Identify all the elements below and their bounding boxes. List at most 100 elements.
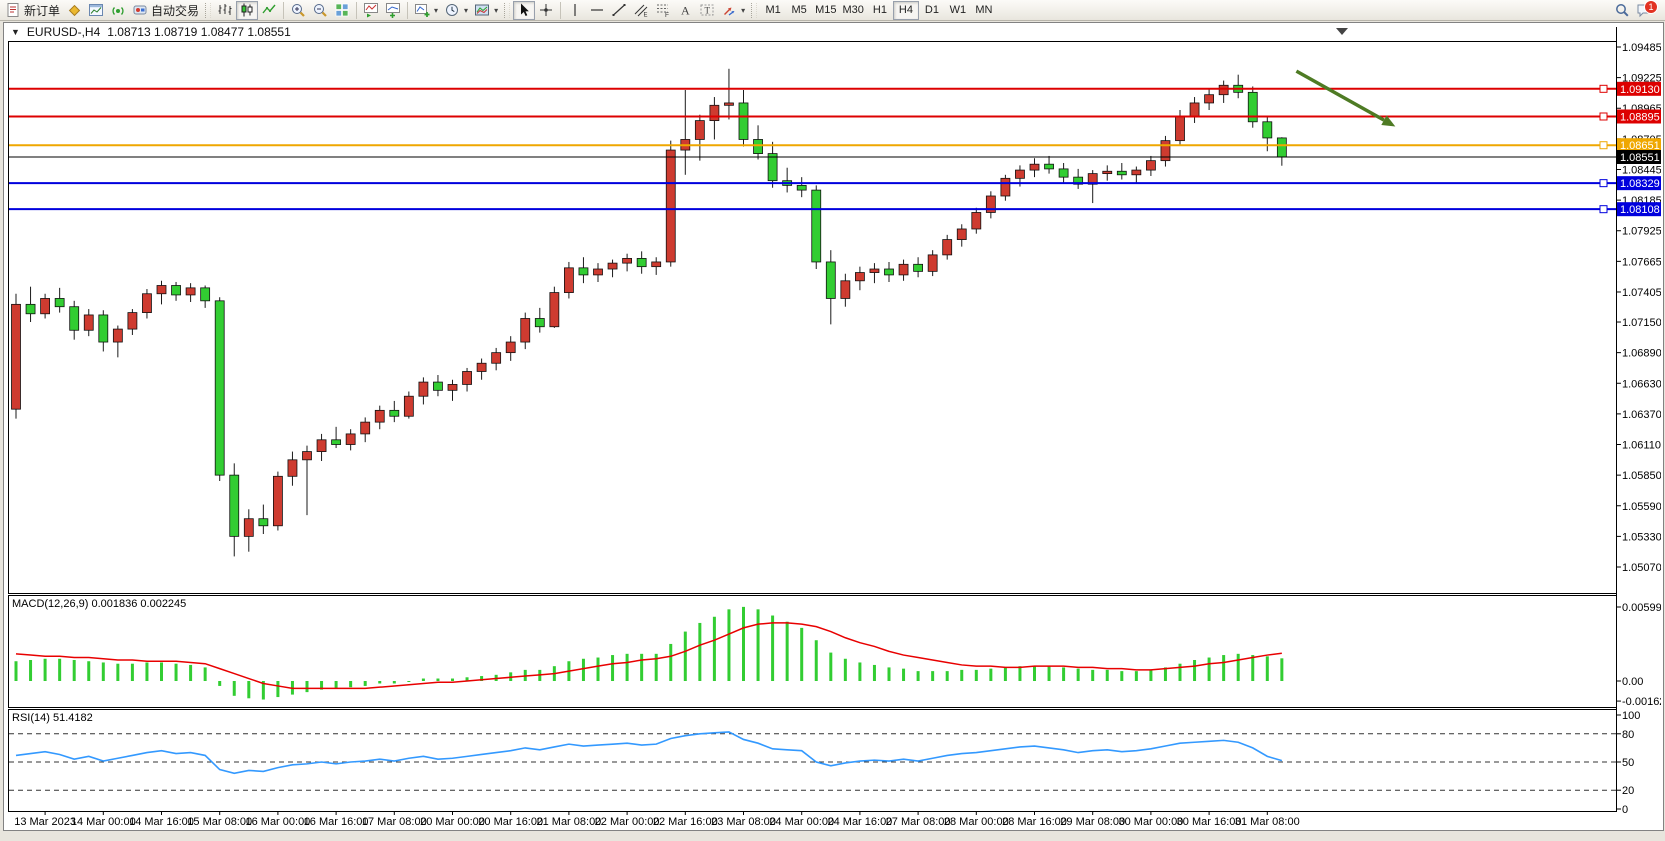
line-handle[interactable] bbox=[1600, 85, 1607, 92]
macd-histogram-bar bbox=[902, 669, 905, 681]
cursor-button[interactable] bbox=[513, 1, 535, 20]
macd-histogram-bar bbox=[698, 623, 701, 681]
template-button[interactable]: ▾ bbox=[471, 1, 501, 20]
indicator-list-button[interactable] bbox=[360, 1, 382, 20]
signal-button[interactable] bbox=[107, 1, 129, 20]
timeframe-d1-button[interactable]: D1 bbox=[919, 1, 945, 20]
macd-histogram-bar bbox=[1120, 671, 1123, 681]
timeframe-m15-button[interactable]: M15 bbox=[812, 1, 839, 20]
candle-bullish bbox=[1015, 170, 1024, 178]
text-label-button[interactable]: T bbox=[696, 1, 718, 20]
timeframe-w1-button[interactable]: W1 bbox=[945, 1, 971, 20]
macd-histogram-bar bbox=[29, 660, 32, 681]
line-handle[interactable] bbox=[1600, 142, 1607, 149]
macd-histogram-bar bbox=[669, 644, 672, 681]
timeframe-h1-button[interactable]: H1 bbox=[867, 1, 893, 20]
date-tick-label: 16 Mar 00:00 bbox=[245, 816, 310, 828]
macd-histogram-bar bbox=[364, 681, 367, 686]
equidistant-channel-button[interactable]: E bbox=[630, 1, 652, 20]
macd-histogram-bar bbox=[800, 628, 803, 681]
line-handle[interactable] bbox=[1600, 206, 1607, 213]
candle-bullish bbox=[957, 229, 966, 240]
macd-histogram-bar bbox=[1208, 658, 1211, 681]
candle-bullish bbox=[623, 258, 632, 263]
chart-window-button[interactable] bbox=[85, 1, 107, 20]
horizontal-line-button[interactable] bbox=[586, 1, 608, 20]
macd-histogram-bar bbox=[1251, 655, 1254, 681]
toolbar-separator bbox=[560, 2, 561, 19]
macd-histogram-bar bbox=[102, 662, 105, 681]
bar-chart-button[interactable] bbox=[214, 1, 236, 20]
date-tick-label: 30 Mar 16:00 bbox=[1177, 816, 1242, 828]
price-tick-label: 1.06630 bbox=[1622, 378, 1661, 390]
macd-histogram-bar bbox=[1179, 664, 1182, 681]
macd-histogram-bar bbox=[1004, 667, 1007, 681]
price-chart[interactable]: 1.094851.092251.089651.087051.084451.081… bbox=[4, 23, 1661, 828]
macd-histogram-bar bbox=[946, 671, 949, 681]
chevron-down-icon: ▾ bbox=[434, 6, 438, 15]
vertical-line-icon bbox=[567, 2, 583, 18]
candle-bullish bbox=[41, 298, 50, 313]
macd-histogram-bar bbox=[131, 664, 134, 681]
arrows-icon bbox=[721, 2, 737, 18]
horizontal-line-icon bbox=[589, 2, 605, 18]
line-handle[interactable] bbox=[1600, 113, 1607, 120]
candle-bearish bbox=[579, 268, 588, 275]
zoom-in-button[interactable] bbox=[287, 1, 309, 20]
clock-icon bbox=[444, 2, 460, 18]
line-handle[interactable] bbox=[1600, 180, 1607, 187]
macd-histogram-bar bbox=[378, 681, 381, 683]
candle-bullish bbox=[375, 410, 384, 422]
macd-histogram-bar bbox=[829, 653, 832, 681]
candle-bullish bbox=[477, 363, 486, 371]
timeframe-mn-button[interactable]: MN bbox=[971, 1, 997, 20]
new-order-button[interactable]: 新订单 bbox=[2, 1, 63, 20]
candle-bullish bbox=[1219, 85, 1228, 94]
arrows-button[interactable]: ▾ bbox=[718, 1, 748, 20]
macd-histogram-bar bbox=[873, 665, 876, 681]
tile-windows-button[interactable] bbox=[331, 1, 353, 20]
macd-histogram-bar bbox=[888, 667, 891, 681]
text-button[interactable]: A bbox=[674, 1, 696, 20]
zoom-out-button[interactable] bbox=[309, 1, 331, 20]
trendline-button[interactable] bbox=[608, 1, 630, 20]
candlestick-chart-button[interactable] bbox=[236, 1, 258, 20]
macd-histogram-bar bbox=[204, 667, 207, 681]
price-line-label: 1.08108 bbox=[1620, 204, 1660, 216]
timeframe-m1-button[interactable]: M1 bbox=[760, 1, 786, 20]
macd-histogram-bar bbox=[815, 640, 818, 681]
chart-dropdown-icon[interactable]: ▼ bbox=[11, 27, 20, 37]
zoom-out-icon bbox=[312, 2, 328, 18]
date-tick-label: 21 Mar 08:00 bbox=[536, 816, 601, 828]
indicator-window-button[interactable] bbox=[382, 1, 404, 20]
macd-histogram-bar bbox=[727, 609, 730, 681]
macd-histogram-bar bbox=[145, 662, 148, 681]
macd-histogram-bar bbox=[1280, 658, 1283, 681]
crosshair-button[interactable] bbox=[535, 1, 557, 20]
auto-trading-button[interactable]: 自动交易 bbox=[129, 1, 202, 20]
date-tick-label: 24 Mar 00:00 bbox=[769, 816, 834, 828]
candle-bearish bbox=[739, 103, 748, 140]
fibonacci-button[interactable]: F bbox=[652, 1, 674, 20]
candle-bullish bbox=[899, 264, 908, 275]
candle-bearish bbox=[885, 269, 894, 275]
chart-shift-marker[interactable] bbox=[1336, 28, 1348, 35]
period-button[interactable]: ▾ bbox=[441, 1, 471, 20]
macd-histogram-bar bbox=[640, 654, 643, 681]
candle-bearish bbox=[1263, 122, 1272, 138]
macd-histogram-bar bbox=[742, 607, 745, 681]
timeframe-m5-button[interactable]: M5 bbox=[786, 1, 812, 20]
line-chart-button[interactable] bbox=[258, 1, 280, 20]
search-button[interactable] bbox=[1611, 1, 1633, 20]
timeframe-m30-button[interactable]: M30 bbox=[840, 1, 867, 20]
notifications-button[interactable]: 1 bbox=[1633, 1, 1655, 20]
price-tick-label: 1.07405 bbox=[1622, 287, 1661, 299]
new-chart-button[interactable]: ▾ bbox=[411, 1, 441, 20]
price-tick-label: 1.06890 bbox=[1622, 348, 1661, 360]
market-watch-button[interactable] bbox=[63, 1, 85, 20]
timeframe-h4-button[interactable]: H4 bbox=[893, 1, 919, 20]
candle-bearish bbox=[914, 264, 923, 271]
vertical-line-button[interactable] bbox=[564, 1, 586, 20]
price-tick-label: 1.06370 bbox=[1622, 409, 1661, 421]
candle-bullish bbox=[113, 329, 122, 342]
